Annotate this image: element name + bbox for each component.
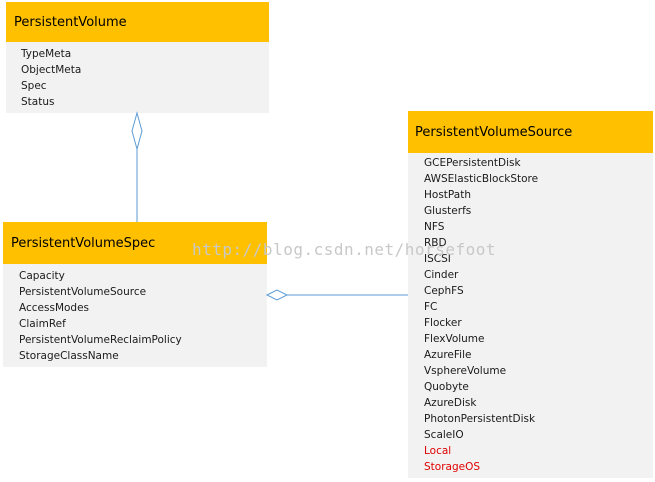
connector-layer [131,111,408,301]
pv-aggregation-diamond [131,111,143,151]
spec-aggregation-diamond [265,289,289,301]
